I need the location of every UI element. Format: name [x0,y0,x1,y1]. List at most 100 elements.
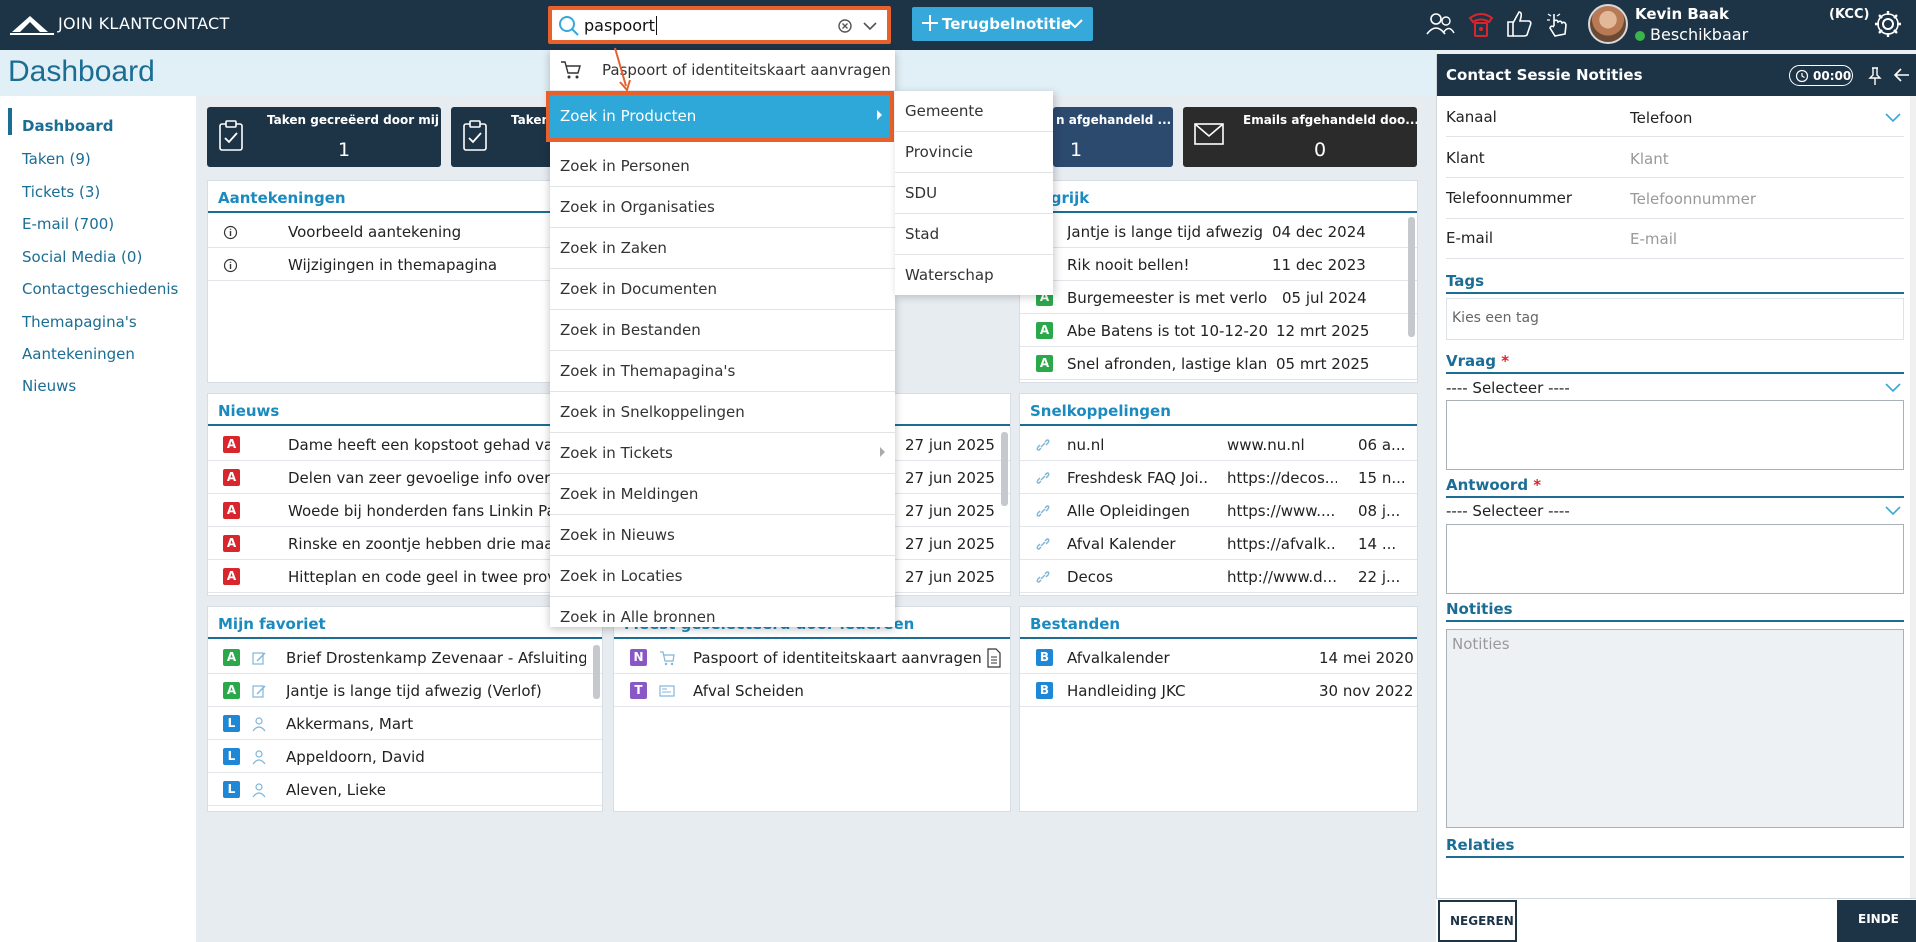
list-item[interactable]: B Afvalkalender 14 mei 2020 [1020,641,1417,674]
user-status[interactable]: Beschikbaar [1650,25,1748,44]
dropdown-item-zaken[interactable]: Zoek in Zaken [550,228,895,269]
scrollbar[interactable] [1408,217,1415,337]
sidebar-item-social-media[interactable]: Social Media (0) [22,248,142,266]
users-icon[interactable] [1424,8,1456,40]
phone-icon[interactable] [1466,8,1496,40]
card-afgehandeld[interactable]: n afgehandeld ... 1 [1053,107,1173,167]
dropdown-item-tickets[interactable]: Zoek in Tickets [550,433,895,474]
list-item[interactable]: N Paspoort of identiteitskaart aanvragen [614,641,1010,674]
list-item[interactable]: Alle Opleidingen https://www.... 08 j... [1020,494,1417,527]
submenu-item-gemeente[interactable]: Gemeente [895,91,1053,132]
email-field[interactable]: E-mail [1630,230,1677,248]
dropdown-item-locaties[interactable]: Zoek in Locaties [550,556,895,597]
list-item[interactable]: AJantje is lange tijd afwezig (Verl...04… [1020,215,1417,248]
negeren-button[interactable]: NEGEREN [1438,900,1517,942]
list-item[interactable]: A Brief Drostenkamp Zevenaar - Afsluiting… [208,641,602,674]
submenu-item-waterschap[interactable]: Waterschap [895,255,1053,296]
search-input[interactable]: paspoort [584,16,657,35]
dropdown-item-personen[interactable]: Zoek in Personen [550,146,895,187]
klant-field[interactable]: Klant [1630,150,1669,168]
sidebar-item-taken[interactable]: Taken (9) [22,150,91,168]
dropdown-item-bestanden[interactable]: Zoek in Bestanden [550,310,895,351]
relaties-label: Relaties [1446,836,1515,854]
chevron-down-icon[interactable] [1884,503,1902,517]
kanaal-select[interactable]: Telefoon [1630,109,1692,127]
scrollbar[interactable] [1910,96,1916,936]
sidebar-item-themapaginas[interactable]: Themapagina's [22,313,137,331]
item-date: 11 dec 2023 [1272,256,1366,274]
sidebar-item-contactgeschiedenis[interactable]: Contactgeschiedenis [22,280,178,298]
card-taken-mij[interactable]: Taken gecreëerd door mij 1 [207,107,441,167]
clipboard-check-icon [463,120,487,151]
dropdown-item-nieuws[interactable]: Zoek in Nieuws [550,515,895,556]
dropdown-item-label: Zoek in Themapagina's [560,362,736,380]
chevron-down-icon[interactable] [1884,110,1902,124]
list-item[interactable]: Afval Kalender https://afvalk... 14 ... [1020,527,1417,560]
sidebar-item-aantekeningen[interactable]: Aantekeningen [22,345,135,363]
sidebar-item-tickets[interactable]: Tickets (3) [22,183,100,201]
thumbs-up-icon[interactable] [1504,8,1534,40]
hand-pointer-icon[interactable] [1543,8,1573,40]
list-item[interactable]: Wijzigingen in themapagina [208,248,602,281]
card-icon [659,685,675,697]
list-item[interactable]: ARik nooit bellen!11 dec 2023 [1020,248,1417,281]
submenu-item-stad[interactable]: Stad [895,214,1053,255]
sidebar-item-nieuws[interactable]: Nieuws [22,377,76,395]
tags-input[interactable]: Kies een tag [1446,298,1904,340]
avatar[interactable] [1588,4,1628,44]
pin-icon[interactable] [1868,66,1882,86]
list-item[interactable]: A Burgemeester is met verlof 05 jul 2024 [1020,281,1417,314]
card-emails-afgehandeld[interactable]: Emails afgehandeld doo... 0 [1183,107,1419,167]
arrow-left-icon[interactable] [1893,66,1911,84]
vraag-select[interactable]: ---- Selecteer ---- [1446,379,1570,397]
clear-icon[interactable] [837,18,853,34]
suggestion-item[interactable]: Paspoort of identiteitskaart aanvragen [550,50,895,91]
chevron-down-icon[interactable] [861,18,879,34]
submenu-item-sdu[interactable]: SDU [895,173,1053,214]
antwoord-label: Antwoord * [1446,476,1541,494]
list-item[interactable]: B Handleiding JKC 30 nov 2022 [1020,674,1417,707]
list-item[interactable]: L Akkermans, Mart [208,707,602,740]
vraag-textarea[interactable] [1446,400,1904,470]
sidebar-item-dashboard[interactable]: Dashboard [22,117,113,135]
dropdown-item-producten[interactable]: Zoek in Producten [546,91,894,142]
sidebar-item-email[interactable]: E-mail (700) [22,215,114,233]
dropdown-item-organisaties[interactable]: Zoek in Organisaties [550,187,895,228]
gear-icon[interactable] [1872,8,1904,40]
dropdown-item-documenten[interactable]: Zoek in Documenten [550,269,895,310]
list-item[interactable]: A Snel afronden, lastige klant 05 mrt 2025 [1020,347,1417,380]
info-icon [223,225,238,240]
document-icon[interactable] [986,648,1002,668]
list-item[interactable]: Freshdesk FAQ Joi... https://decos.... 15 … [1020,461,1417,494]
chevron-down-icon[interactable] [1065,15,1085,33]
item-date: 15 n... [1358,469,1406,487]
list-item[interactable]: Voorbeeld aantekening [208,215,602,248]
search-box[interactable]: paspoort [548,6,891,44]
scrollbar[interactable] [1001,432,1008,506]
chevron-down-icon[interactable] [1884,380,1902,394]
list-item[interactable]: A Jantje is lange tijd afwezig (Verlof) [208,674,602,707]
app-title[interactable]: JOIN KLANTCONTACT [58,14,230,33]
notities-textarea[interactable]: Notities [1446,629,1904,828]
list-item[interactable]: Decos http://www.d... 22 j... [1020,560,1417,593]
annotation-arrow-icon [614,47,631,93]
antwoord-select[interactable]: ---- Selecteer ---- [1446,502,1570,520]
antwoord-textarea[interactable] [1446,524,1904,594]
badge: L [223,715,240,732]
dropdown-item-snelkoppelingen[interactable]: Zoek in Snelkoppelingen [550,392,895,433]
telefoon-field[interactable]: Telefoonnummer [1630,190,1756,208]
list-item[interactable]: nu.nl www.nu.nl 06 a... [1020,428,1417,461]
dropdown-item-alle-bronnen[interactable]: Zoek in Alle bronnen [550,597,895,627]
scrollbar[interactable] [593,645,600,699]
list-item[interactable]: A Abe Batens is tot 10-12-2024 m... 12 mrt… [1020,314,1417,347]
einde-button[interactable]: EINDE [1837,900,1916,942]
list-item[interactable]: L Aleven, Lieke [208,773,602,806]
list-item[interactable]: T Afval Scheiden [614,674,1010,707]
card-taken[interactable]: Taken [451,107,561,167]
dropdown-item-meldingen[interactable]: Zoek in Meldingen [550,474,895,515]
item-text: Afvalkalender [1067,649,1170,667]
terugbelnotitie-button[interactable]: Terugbelnotitie [912,7,1093,41]
list-item[interactable]: L Appeldoorn, David [208,740,602,773]
dropdown-item-themapaginas[interactable]: Zoek in Themapagina's [550,351,895,392]
submenu-item-provincie[interactable]: Provincie [895,132,1053,173]
